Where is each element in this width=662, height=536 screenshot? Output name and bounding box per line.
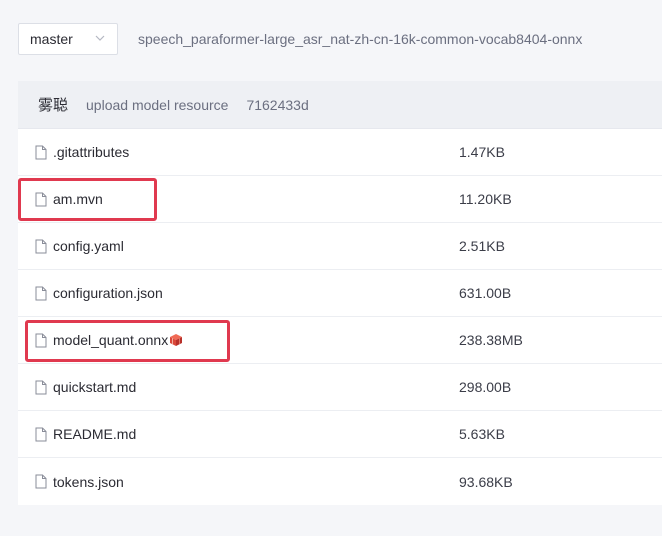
file-name[interactable]: model_quant.onnx bbox=[53, 332, 168, 348]
file-size: 631.00B bbox=[459, 285, 512, 301]
file-size: 93.68KB bbox=[459, 473, 513, 490]
repo-toolbar: master speech_paraformer-large_asr_nat-z… bbox=[0, 0, 662, 80]
file-name[interactable]: am.mvn bbox=[53, 191, 103, 207]
file-icon bbox=[35, 286, 47, 301]
file-name[interactable]: tokens.json bbox=[53, 474, 124, 490]
file-row[interactable]: am.mvn 11.20KB bbox=[18, 176, 662, 223]
file-icon bbox=[35, 427, 47, 442]
file-row[interactable]: config.yaml 2.51KB bbox=[18, 223, 662, 270]
file-list: .gitattributes 1.47KB am.mvn 11.20KB con… bbox=[18, 129, 662, 505]
file-icon bbox=[35, 474, 47, 489]
file-icon bbox=[35, 145, 47, 160]
file-size: 298.00B bbox=[459, 379, 512, 395]
file-icon bbox=[35, 380, 47, 395]
file-icon bbox=[35, 192, 47, 207]
branch-label: master bbox=[30, 31, 73, 47]
file-row[interactable]: README.md 5.63KB bbox=[18, 411, 662, 458]
file-row[interactable]: model_quant.onnx 238.38MB bbox=[18, 317, 662, 364]
file-list-panel: 雾聪 upload model resource 7162433d .gitat… bbox=[18, 81, 662, 505]
file-size: 238.38MB bbox=[459, 332, 523, 348]
file-name[interactable]: config.yaml bbox=[53, 238, 124, 254]
file-row[interactable]: .gitattributes 1.47KB bbox=[18, 129, 662, 176]
file-row[interactable]: quickstart.md 298.00B bbox=[18, 364, 662, 411]
file-icon bbox=[35, 333, 47, 348]
commit-author: 雾聪 bbox=[38, 97, 69, 114]
file-size: 2.51KB bbox=[459, 238, 505, 254]
file-name-with-badge[interactable]: model_quant.onnx bbox=[53, 332, 183, 348]
chevron-down-icon bbox=[95, 35, 105, 41]
file-name[interactable]: quickstart.md bbox=[53, 379, 136, 395]
commit-hash[interactable]: 7162433d bbox=[246, 97, 308, 113]
file-name[interactable]: README.md bbox=[53, 426, 136, 442]
branch-select[interactable]: master bbox=[18, 23, 118, 55]
cube-icon bbox=[170, 334, 183, 346]
commit-message[interactable]: upload model resource bbox=[86, 97, 228, 113]
repo-path: speech_paraformer-large_asr_nat-zh-cn-16… bbox=[138, 31, 583, 47]
file-size: 1.47KB bbox=[459, 144, 505, 160]
file-row[interactable]: configuration.json 631.00B bbox=[18, 270, 662, 317]
file-name[interactable]: configuration.json bbox=[53, 285, 163, 301]
file-icon bbox=[35, 239, 47, 254]
file-size: 5.63KB bbox=[459, 426, 505, 442]
file-name[interactable]: .gitattributes bbox=[53, 144, 129, 160]
file-row[interactable]: tokens.json 93.68KB bbox=[18, 458, 662, 505]
file-size: 11.20KB bbox=[459, 191, 512, 207]
latest-commit-bar: 雾聪 upload model resource 7162433d bbox=[18, 81, 662, 129]
